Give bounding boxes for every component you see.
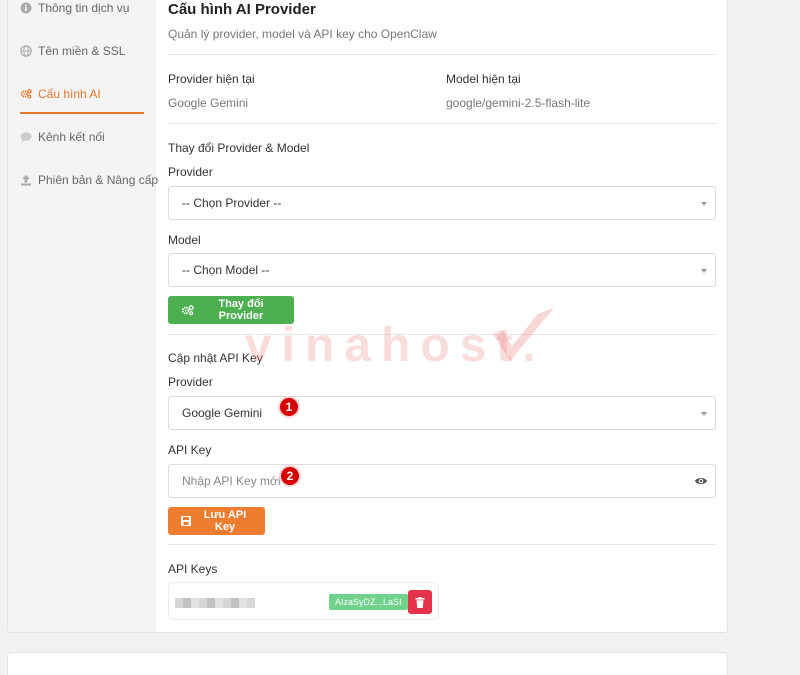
settings-card: Thông tin dịch vụ Tên miền & SSL Cấu hìn…	[7, 0, 728, 633]
current-provider-label: Provider hiện tại	[168, 72, 255, 86]
sidebar-item-label: Kênh kết nối	[38, 130, 105, 144]
gears-icon	[20, 88, 32, 100]
change-section-heading: Thay đổi Provider & Model	[168, 141, 310, 155]
divider	[168, 334, 716, 335]
gears-icon	[181, 304, 194, 316]
divider	[168, 54, 716, 55]
change-model-select[interactable]: -- Chọn Model --	[168, 253, 716, 287]
api-keys-heading: API Keys	[168, 562, 218, 576]
select-value: -- Chọn Model --	[182, 263, 270, 277]
update-provider-select[interactable]: Google Gemini	[168, 396, 716, 430]
sidebar-item-service-info[interactable]: Thông tin dịch vụ	[20, 1, 129, 15]
button-label: Lưu API Key	[203, 509, 247, 533]
active-indicator	[20, 112, 144, 114]
button-label: Thay đổi Provider	[218, 298, 264, 322]
redacted-key-name	[175, 598, 255, 608]
current-model-label: Model hiện tại	[446, 72, 521, 86]
globe-icon	[20, 45, 32, 57]
annotation-marker-1: 1	[278, 396, 300, 418]
floppy-disk-icon	[181, 516, 191, 526]
next-card	[7, 652, 728, 675]
sidebar-item-domain-ssl[interactable]: Tên miền & SSL	[20, 44, 125, 58]
change-model-label: Model	[168, 233, 201, 247]
chevron-down-icon	[701, 202, 707, 206]
sidebar-item-label: Phiên bản & Nâng cấp	[38, 173, 159, 187]
divider	[168, 544, 716, 545]
update-provider-label: Provider	[168, 375, 213, 389]
upload-icon	[20, 174, 32, 186]
masked-key-badge: AIzaSyDZ...LaSI	[329, 594, 408, 610]
save-api-key-button[interactable]: Lưu API Key	[168, 507, 265, 535]
api-key-row: AIzaSyDZ...LaSI	[168, 582, 439, 620]
change-provider-select[interactable]: -- Chọn Provider --	[168, 186, 716, 220]
chevron-down-icon	[701, 269, 707, 273]
sidebar-item-label: Cấu hình AI	[38, 87, 101, 101]
select-value: -- Chọn Provider --	[182, 196, 282, 210]
sidebar: Thông tin dịch vụ Tên miền & SSL Cấu hìn…	[8, 0, 158, 632]
main-content: Cấu hình AI Provider Quản lý provider, m…	[168, 0, 716, 632]
page-title: Cấu hình AI Provider	[168, 1, 316, 18]
divider	[168, 123, 716, 124]
eye-icon[interactable]	[694, 474, 708, 488]
api-key-input[interactable]	[168, 464, 716, 498]
sidebar-item-label: Tên miền & SSL	[38, 44, 126, 58]
current-provider-value: Google Gemini	[168, 96, 249, 110]
annotation-marker-2: 2	[279, 465, 301, 487]
sidebar-item-ai-config[interactable]: Cấu hình AI	[20, 87, 101, 101]
select-value: Google Gemini	[182, 406, 263, 420]
delete-key-button[interactable]	[408, 590, 432, 614]
change-provider-label: Provider	[168, 165, 213, 179]
api-key-label: API Key	[168, 443, 212, 457]
info-icon	[20, 2, 32, 14]
sidebar-item-channels[interactable]: Kênh kết nối	[20, 130, 105, 144]
chat-icon	[20, 131, 32, 143]
chevron-down-icon	[701, 412, 707, 416]
trash-icon	[415, 596, 425, 608]
page-subtitle: Quản lý provider, model và API key cho O…	[168, 27, 437, 41]
sidebar-item-version-upgrade[interactable]: Phiên bản & Nâng cấp	[20, 173, 158, 187]
sidebar-item-label: Thông tin dịch vụ	[38, 1, 130, 15]
update-key-heading: Cập nhật API Key	[168, 351, 263, 365]
current-model-value: google/gemini-2.5-flash-lite	[446, 96, 591, 110]
change-provider-button[interactable]: Thay đổi Provider	[168, 296, 294, 324]
